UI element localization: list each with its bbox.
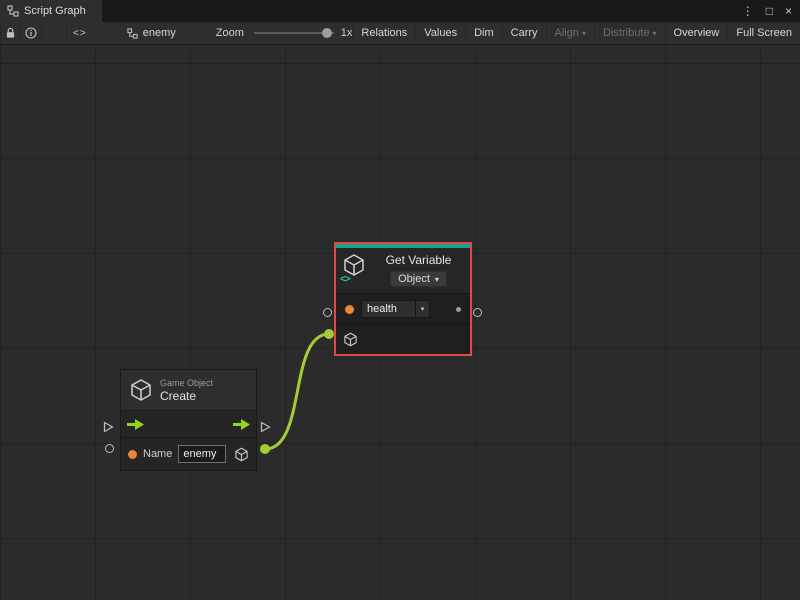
flow-arrow-in-icon xyxy=(127,419,144,430)
variable-icon-wrap: <> xyxy=(342,253,368,281)
param-label: Name xyxy=(143,448,172,460)
zoom-label: Zoom xyxy=(216,27,244,39)
values-button[interactable]: Values xyxy=(415,22,465,44)
value-port-dot-orange xyxy=(128,450,137,459)
zoom-slider-handle[interactable] xyxy=(322,28,332,38)
window-menu-button[interactable]: ⋮ xyxy=(742,5,754,17)
code-badge-icon: <> xyxy=(340,274,350,285)
chevron-down-icon: ▾ xyxy=(421,305,425,313)
variable-scope-dropdown[interactable]: Object ▾ xyxy=(390,271,447,287)
name-value-field[interactable] xyxy=(178,445,226,463)
kebab-menu-icon: ⋮ xyxy=(742,4,754,18)
cube-icon xyxy=(129,378,153,402)
info-icon xyxy=(25,27,37,39)
relations-button[interactable]: Relations xyxy=(352,22,415,44)
code-brackets-icon: <> xyxy=(73,28,87,39)
close-icon: × xyxy=(785,4,792,18)
tab-title: Script Graph xyxy=(24,5,86,17)
toolbar-buttons: Relations Values Dim Carry Align▾ Distri… xyxy=(352,22,800,44)
value-port-dot-orange xyxy=(345,305,354,314)
create-gameobject-output-port[interactable] xyxy=(260,444,270,454)
graph-breadcrumb[interactable]: enemy xyxy=(127,22,176,44)
zoom-slider[interactable] xyxy=(254,27,334,39)
lock-icon xyxy=(5,27,16,39)
zoom-value: 1x xyxy=(341,27,353,39)
full-screen-button[interactable]: Full Screen xyxy=(727,22,800,44)
variable-name-field[interactable] xyxy=(361,300,415,318)
get-variable-value-output-port[interactable] xyxy=(473,308,482,317)
align-button[interactable]: Align▾ xyxy=(546,22,594,44)
script-graph-icon xyxy=(7,5,19,17)
gameobject-cube-icon xyxy=(234,447,249,462)
node-title: Create xyxy=(160,389,213,403)
get-variable-node[interactable]: <> Get Variable Object ▾ ▾ xyxy=(334,242,472,356)
variable-picker-button[interactable]: ▾ xyxy=(415,300,430,318)
window-controls: ⋮ □ × xyxy=(742,0,800,22)
view-code-button[interactable]: <> xyxy=(66,22,93,44)
graph-toolbar: <> enemy Zoom 1x Relations Values Dim Ca… xyxy=(0,22,800,45)
maximize-button[interactable]: □ xyxy=(766,5,773,17)
close-button[interactable]: × xyxy=(785,5,792,17)
variable-name-row: ▾ xyxy=(336,293,470,324)
get-variable-object-input-port[interactable] xyxy=(324,329,334,339)
create-name-input-port[interactable] xyxy=(105,444,114,453)
chevron-down-icon: ▾ xyxy=(582,29,586,38)
get-variable-header: <> Get Variable Object ▾ xyxy=(336,248,470,293)
get-variable-name-input-port[interactable] xyxy=(323,308,332,317)
create-flow-output-port[interactable] xyxy=(260,421,271,433)
tab-script-graph[interactable]: Script Graph xyxy=(0,0,102,22)
chevron-down-icon: ▾ xyxy=(435,275,439,284)
info-button[interactable] xyxy=(21,22,42,44)
wire-create-to-get-variable[interactable] xyxy=(265,334,329,449)
graph-asset-icon xyxy=(127,28,138,39)
maximize-icon: □ xyxy=(766,4,773,18)
create-node[interactable]: Game Object Create Name xyxy=(120,369,257,471)
graph-canvas[interactable]: <> Get Variable Object ▾ ▾ xyxy=(0,46,800,600)
graph-name: enemy xyxy=(143,27,176,39)
distribute-button[interactable]: Distribute▾ xyxy=(594,22,664,44)
carry-button[interactable]: Carry xyxy=(502,22,546,44)
gameobject-cube-icon xyxy=(343,332,358,347)
flow-row xyxy=(121,410,256,437)
chevron-down-icon: ▾ xyxy=(653,29,657,38)
lock-button[interactable] xyxy=(0,22,21,44)
dim-button[interactable]: Dim xyxy=(465,22,502,44)
overview-button[interactable]: Overview xyxy=(665,22,728,44)
create-header: Game Object Create xyxy=(121,370,256,410)
object-input-row xyxy=(336,324,470,354)
flow-arrow-out-icon xyxy=(233,419,250,430)
node-category: Game Object xyxy=(160,378,213,388)
create-flow-input-port[interactable] xyxy=(103,421,114,433)
titlebar: Script Graph ⋮ □ × xyxy=(0,0,800,22)
node-title: Get Variable xyxy=(386,253,452,267)
value-indicator-dot xyxy=(456,307,461,312)
name-param-row: Name xyxy=(121,437,256,470)
